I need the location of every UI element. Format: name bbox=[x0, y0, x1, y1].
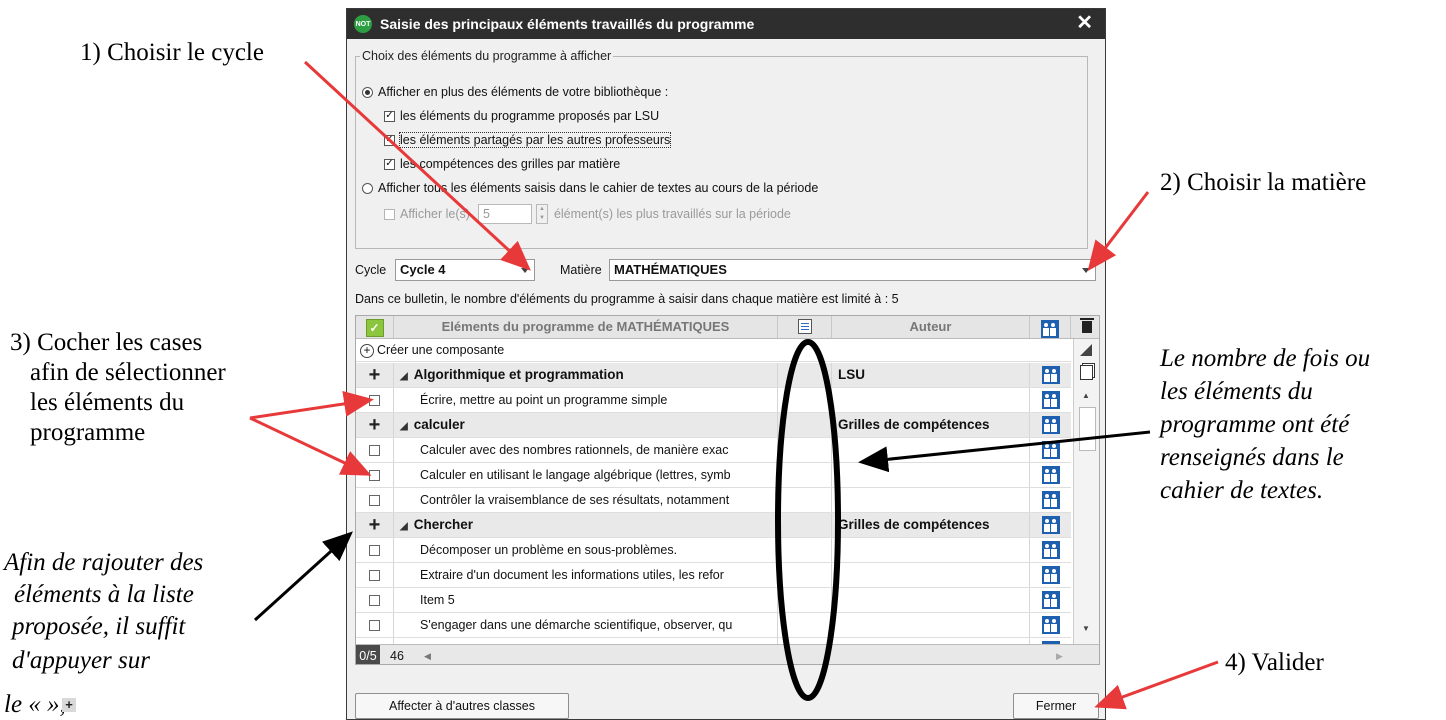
annotation-overlay bbox=[249, 60, 1219, 710]
arrow-step1 bbox=[303, 60, 531, 271]
count-column-ellipse bbox=[775, 339, 841, 701]
arrow-note-right bbox=[858, 430, 1151, 473]
arrow-step3-b bbox=[249, 416, 372, 476]
arrow-step4 bbox=[1094, 660, 1219, 710]
arrow-step2 bbox=[1087, 191, 1150, 272]
arrow-step3-a bbox=[249, 391, 374, 420]
arrow-note-left bbox=[253, 531, 353, 622]
